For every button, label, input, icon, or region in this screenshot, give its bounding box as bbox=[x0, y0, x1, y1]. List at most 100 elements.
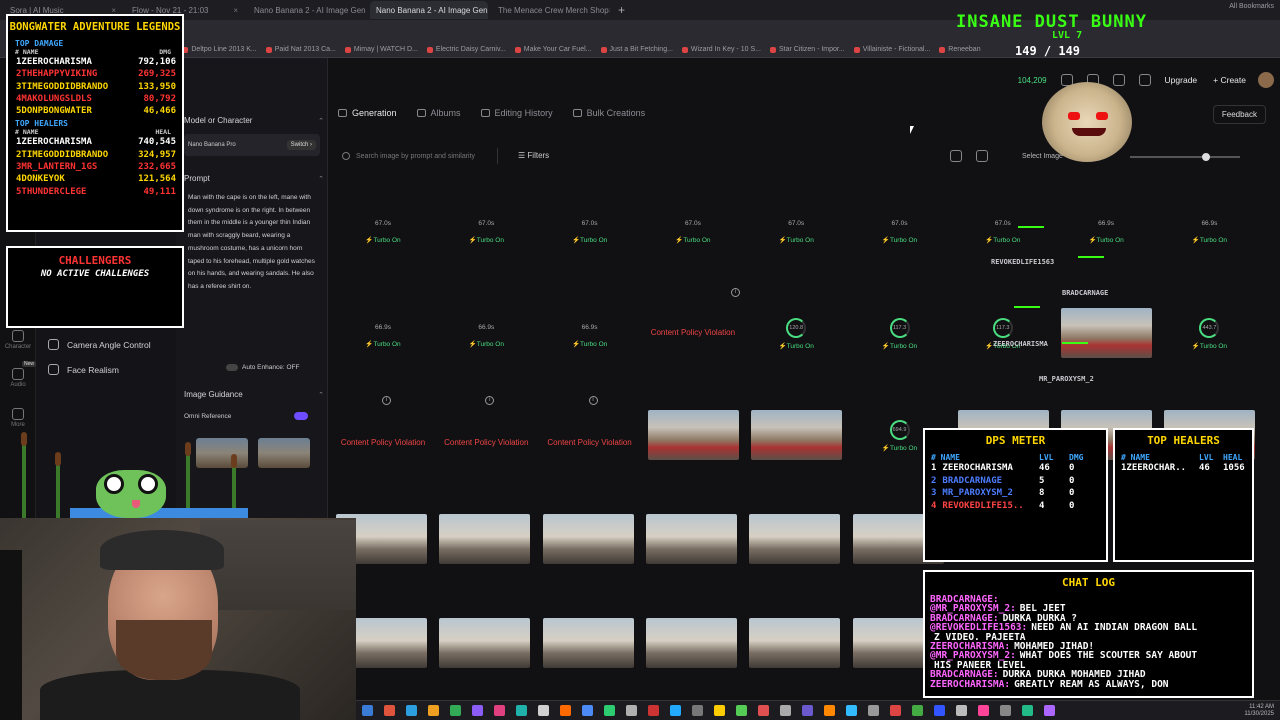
generated-image[interactable] bbox=[749, 618, 841, 668]
taskbar-app-icon[interactable] bbox=[362, 705, 373, 716]
tab-editing-history[interactable]: Editing History bbox=[480, 108, 553, 118]
generated-image[interactable] bbox=[751, 410, 843, 460]
taskbar-app-icon[interactable] bbox=[890, 705, 901, 716]
omni-reference-row[interactable]: Omni Reference bbox=[184, 412, 320, 420]
switch-model-button[interactable]: Switch › bbox=[286, 140, 316, 150]
generation-cell[interactable]: 67.0s ⚡Turbo On bbox=[751, 214, 841, 266]
generation-cell[interactable]: 67.0s ⚡Turbo On bbox=[648, 214, 738, 266]
generation-cell[interactable]: 66.9s ⚡Turbo On bbox=[338, 318, 428, 370]
bookmark-link[interactable]: Paid Nat 2013 Ca... bbox=[266, 46, 336, 53]
taskbar-app-icon[interactable] bbox=[626, 705, 637, 716]
generated-image[interactable] bbox=[439, 618, 531, 668]
generated-image[interactable] bbox=[645, 618, 737, 668]
bookmark-link[interactable]: Deltpo Line 2013 K... bbox=[182, 46, 256, 53]
taskbar-app-icon[interactable] bbox=[384, 705, 395, 716]
taskbar-app-icon[interactable] bbox=[472, 705, 483, 716]
taskbar-app-icon[interactable] bbox=[956, 705, 967, 716]
generation-cell[interactable]: 67.0s ⚡Turbo On bbox=[855, 214, 945, 266]
taskbar-app-icon[interactable] bbox=[538, 705, 549, 716]
feedback-button[interactable]: Feedback bbox=[1212, 105, 1266, 124]
info-icon[interactable]: i bbox=[485, 396, 495, 405]
taskbar-app-icon[interactable] bbox=[824, 705, 835, 716]
generation-cell[interactable]: Content Policy Violation bbox=[648, 318, 738, 370]
bookmark-link[interactable]: Villainiste - Fictional... bbox=[854, 46, 931, 53]
prompt-section-header[interactable]: Prompt ⌃ bbox=[184, 174, 324, 183]
generation-cell[interactable]: 67.0s ⚡Turbo On bbox=[545, 214, 635, 266]
bookmark-link[interactable]: Star Citizen - Impor... bbox=[770, 46, 845, 53]
info-icon[interactable]: i bbox=[731, 288, 740, 297]
prompt-textarea[interactable]: Man with the cape is on the left, mane w… bbox=[184, 190, 320, 360]
generated-image[interactable] bbox=[749, 514, 841, 564]
generation-cell[interactable]: Content Policy Violation bbox=[545, 418, 635, 470]
generated-image[interactable] bbox=[542, 514, 634, 564]
taskbar-app-icon[interactable] bbox=[692, 705, 703, 716]
search-bar[interactable]: Search image by prompt and similarity bbox=[338, 148, 498, 164]
taskbar-app-icon[interactable] bbox=[846, 705, 857, 716]
generated-image[interactable] bbox=[542, 618, 634, 668]
search-input[interactable]: Search image by prompt and similarity bbox=[356, 153, 475, 160]
taskbar-app-icon[interactable] bbox=[494, 705, 505, 716]
nav-face-realism[interactable]: Face Realism bbox=[48, 364, 119, 375]
taskbar-app-icon[interactable] bbox=[934, 705, 945, 716]
upgrade-button[interactable]: Upgrade bbox=[1165, 75, 1198, 85]
taskbar-app-icon[interactable] bbox=[450, 705, 461, 716]
taskbar-app-icon[interactable] bbox=[978, 705, 989, 716]
guidance-section-header[interactable]: Image Guidance ⌃ bbox=[184, 390, 324, 399]
taskbar-app-icon[interactable] bbox=[868, 705, 879, 716]
info-icon[interactable]: i bbox=[588, 396, 598, 405]
zoom-slider-track[interactable] bbox=[1130, 156, 1240, 158]
rail-audio[interactable]: Audio bbox=[4, 368, 32, 388]
bookmark-link[interactable]: Wizard In Key - 10 S... bbox=[682, 46, 761, 53]
taskbar-app-icon[interactable] bbox=[582, 705, 593, 716]
select-image-button[interactable]: Select Image bbox=[1022, 153, 1063, 160]
generation-cell[interactable]: 120.8 ⚡Turbo On bbox=[751, 318, 841, 370]
browser-tab[interactable]: The Menace Crew Merch Shop× bbox=[492, 1, 610, 19]
generation-cell[interactable]: 66.9s ⚡Turbo On bbox=[545, 318, 635, 370]
generation-cell[interactable]: 66.9s ⚡Turbo On bbox=[441, 318, 531, 370]
all-bookmarks-link[interactable]: All Bookmarks bbox=[1229, 3, 1274, 10]
toggle-switch[interactable] bbox=[226, 364, 238, 371]
taskbar-app-icon[interactable] bbox=[648, 705, 659, 716]
taskbar-app-icon[interactable] bbox=[516, 705, 527, 716]
tab-generation[interactable]: Generation bbox=[338, 108, 397, 118]
generation-cell[interactable]: 443.7 ⚡Turbo On bbox=[1164, 318, 1254, 370]
taskbar-app-icon[interactable] bbox=[758, 705, 769, 716]
filters-button[interactable]: ☰ Filters bbox=[518, 151, 549, 160]
nav-camera-angle-control[interactable]: Camera Angle Control bbox=[48, 339, 151, 350]
generated-image[interactable] bbox=[647, 410, 739, 460]
generated-image[interactable] bbox=[439, 514, 531, 564]
reference-image[interactable] bbox=[196, 438, 248, 468]
new-tab-icon[interactable]: + bbox=[610, 3, 633, 17]
omni-toggle[interactable] bbox=[294, 412, 308, 420]
taskbar-app-icon[interactable] bbox=[428, 705, 439, 716]
avatar[interactable] bbox=[1258, 72, 1274, 88]
bookmark-link[interactable]: Just a Bit Fetching... bbox=[601, 46, 673, 53]
star-icon[interactable] bbox=[976, 150, 988, 162]
create-button[interactable]: + Create bbox=[1213, 75, 1246, 85]
model-section-header[interactable]: Model or Character ⌃ bbox=[184, 116, 324, 125]
generation-cell[interactable]: 117.3 ⚡Turbo On bbox=[855, 318, 945, 370]
generated-image[interactable] bbox=[1061, 308, 1153, 358]
generation-cell[interactable]: Content Policy Violation bbox=[441, 418, 531, 470]
bookmark-link[interactable]: Mimay | WATCH D... bbox=[345, 46, 418, 53]
rail-character[interactable]: Character bbox=[4, 330, 32, 350]
generated-image[interactable] bbox=[645, 514, 737, 564]
message-icon[interactable] bbox=[1112, 74, 1125, 86]
browser-tab-active[interactable]: Nano Banana 2 - AI Image Gen× bbox=[370, 1, 488, 19]
taskbar-app-icon[interactable] bbox=[714, 705, 725, 716]
rail-more[interactable]: More bbox=[4, 408, 32, 428]
auto-enhance-toggle[interactable]: Auto Enhance: OFF bbox=[226, 364, 299, 371]
generation-cell[interactable]: 66.9s ⚡Turbo On bbox=[1164, 214, 1254, 266]
bookmark-link[interactable]: Make Your Car Fuel... bbox=[515, 46, 592, 53]
generation-cell[interactable]: Content Policy Violation bbox=[338, 418, 428, 470]
taskbar-app-icon[interactable] bbox=[1000, 705, 1011, 716]
taskbar-app-icon[interactable] bbox=[802, 705, 813, 716]
taskbar-app-icon[interactable] bbox=[912, 705, 923, 716]
taskbar-app-icon[interactable] bbox=[406, 705, 417, 716]
taskbar-app-icon[interactable] bbox=[604, 705, 615, 716]
taskbar-app-icon[interactable] bbox=[670, 705, 681, 716]
tab-albums[interactable]: Albums bbox=[416, 108, 461, 118]
generation-cell[interactable]: 67.0s ⚡Turbo On bbox=[338, 214, 428, 266]
generation-cell[interactable]: 67.0s ⚡Turbo On bbox=[441, 214, 531, 266]
bookmark-link[interactable]: Electric Daisy Carniv... bbox=[427, 46, 506, 53]
